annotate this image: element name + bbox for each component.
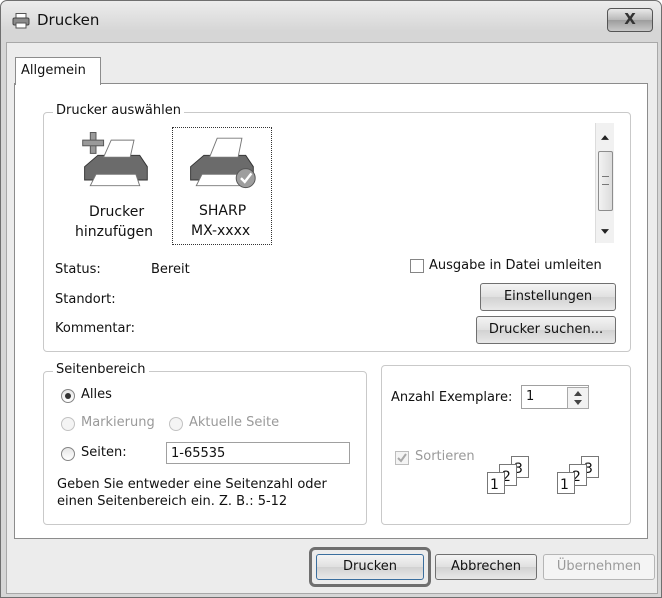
collate-checkbox[interactable]: [395, 451, 409, 465]
print-to-file-checkbox[interactable]: [410, 259, 424, 273]
tab-general-label: Allgemein: [21, 63, 86, 78]
printer-sharp-label-line1: SHARP: [199, 203, 247, 219]
scroll-grip-icon: [602, 176, 609, 185]
collate-illustration-2: 3 2 1: [557, 456, 619, 500]
apply-button[interactable]: Übernehmen: [543, 554, 655, 580]
pages-input[interactable]: 1-65535: [166, 442, 350, 464]
radio-current-page-label: Aktuelle Seite: [189, 415, 280, 430]
copies-label: Anzahl Exemplare:: [391, 390, 513, 405]
status-label: Status:: [55, 262, 101, 277]
copies-spinner[interactable]: [567, 387, 589, 409]
window-title: Drucken: [37, 11, 100, 29]
radio-pages-label: Seiten:: [81, 445, 127, 460]
checkmark-icon: [397, 453, 407, 463]
copies-group: [381, 365, 631, 525]
location-label: Standort:: [55, 292, 116, 307]
radio-all[interactable]: [61, 389, 75, 403]
print-button[interactable]: Drucken: [316, 554, 424, 580]
collate-page: 1: [557, 472, 575, 494]
radio-selection[interactable]: [61, 417, 75, 431]
radio-current-page[interactable]: [169, 417, 183, 431]
scroll-thumb[interactable]: [598, 151, 613, 211]
collate-illustration-1: 3 2 1: [487, 456, 549, 500]
status-value: Bereit: [151, 262, 190, 277]
printer-add-label-line2: hinzufügen: [75, 224, 154, 240]
find-printer-button[interactable]: Drucker suchen...: [476, 316, 616, 344]
collate-page: 1: [487, 472, 505, 494]
close-icon: X: [624, 10, 636, 28]
tab-general[interactable]: Allgemein: [15, 57, 101, 85]
print-dialog-window: Drucken X Allgemein Drucker auswählen Dr…: [0, 0, 662, 598]
radio-pages[interactable]: [61, 447, 75, 461]
printer-list-scrollbar[interactable]: [595, 123, 614, 243]
close-button[interactable]: X: [607, 8, 653, 32]
radio-all-label: Alles: [81, 387, 112, 402]
collate-label: Sortieren: [415, 449, 475, 464]
printer-add[interactable]: Drucker hinzufügen: [65, 128, 165, 246]
printer-sharp-label-line2: MX-xxxx: [191, 223, 251, 239]
page-range-group-label: Seitenbereich: [53, 362, 149, 377]
printer-add-label-line1: Drucker: [89, 204, 145, 220]
printer-select-group-label: Drucker auswählen: [53, 103, 184, 118]
add-printer-icon: [82, 132, 148, 187]
settings-button[interactable]: Einstellungen: [480, 283, 616, 311]
printer-sharp[interactable]: SHARP MX-xxxx: [172, 127, 272, 245]
scroll-down-icon[interactable]: [601, 229, 609, 234]
spin-up-icon[interactable]: [574, 391, 582, 396]
radio-selection-label: Markierung: [81, 415, 155, 430]
print-to-file-label: Ausgabe in Datei umleiten: [429, 258, 602, 273]
page-range-hint: Geben Sie entweder eine Seitenzahl oder …: [57, 477, 327, 509]
printer-icon: [12, 13, 30, 29]
title-bar: Drucken X: [1, 1, 661, 39]
printer-default-icon: [190, 137, 256, 189]
spin-down-icon[interactable]: [574, 400, 582, 405]
cancel-button[interactable]: Abbrechen: [435, 554, 537, 580]
comment-label: Kommentar:: [55, 321, 135, 336]
scroll-up-icon[interactable]: [601, 135, 609, 140]
